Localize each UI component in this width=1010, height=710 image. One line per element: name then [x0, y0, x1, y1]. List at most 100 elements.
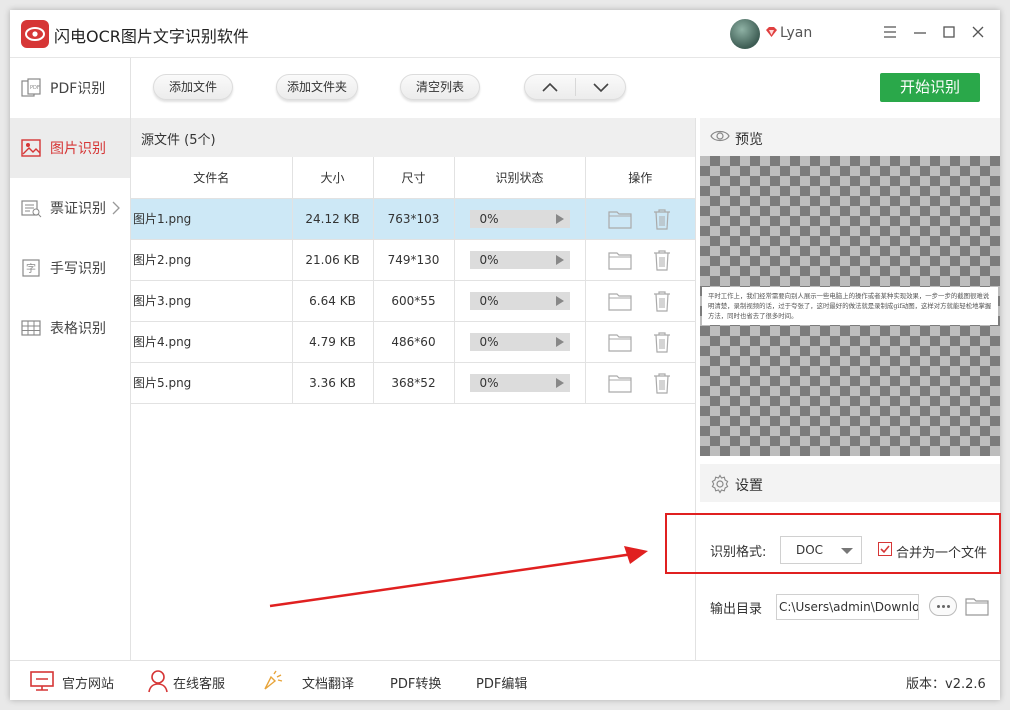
delete-icon[interactable] — [652, 372, 672, 394]
progress-bar: 0% — [469, 373, 570, 392]
open-folder-icon[interactable] — [608, 209, 632, 229]
progress-text: 0% — [479, 211, 499, 226]
file-size: 3.36 KB — [292, 362, 374, 404]
open-folder-icon[interactable] — [608, 332, 632, 352]
app-title: 闪电OCR图片文字识别软件 — [54, 27, 249, 46]
username[interactable]: Lyan — [780, 25, 812, 41]
play-icon[interactable] — [555, 377, 564, 388]
dot — [947, 605, 950, 608]
pdf-edit-link[interactable]: PDF编辑 — [476, 673, 527, 692]
version-label: 版本：v2.2.6 — [906, 677, 986, 692]
progress-text: 0% — [479, 293, 499, 308]
add-file-button[interactable]: 添加文件 — [153, 74, 233, 100]
sidebar-item-handwriting[interactable]: 字 手写识别 — [10, 238, 130, 298]
table-row[interactable]: 图片4.png 4.79 KB 486*60 0% — [131, 321, 695, 363]
delete-icon[interactable] — [652, 249, 672, 271]
row-actions — [585, 280, 695, 322]
column-header[interactable]: 识别状态 — [454, 157, 586, 199]
column-header[interactable]: 尺寸 — [373, 157, 455, 199]
move-buttons — [524, 74, 626, 100]
file-dimensions: 763*103 — [373, 198, 455, 240]
play-icon[interactable] — [555, 336, 564, 347]
start-recognition-button[interactable]: 开始识别 — [880, 73, 980, 102]
file-name: 图片5.png — [131, 362, 293, 404]
file-size: 6.64 KB — [292, 280, 374, 322]
close-icon[interactable] — [968, 22, 988, 42]
delete-icon[interactable] — [652, 208, 672, 230]
svg-text:PDF: PDF — [30, 85, 40, 91]
merge-label[interactable]: 合并为一个文件 — [896, 542, 987, 561]
avatar[interactable] — [730, 19, 760, 49]
progress-text: 0% — [479, 252, 499, 267]
delete-icon[interactable] — [652, 290, 672, 312]
table-row[interactable]: 图片2.png 21.06 KB 749*130 0% — [131, 239, 695, 281]
vip-diamond-icon — [766, 27, 777, 37]
delete-icon[interactable] — [652, 331, 672, 353]
sidebar: PDF PDF识别 图片识别 票证识别 字 手写识别 表格识别 — [10, 58, 131, 660]
play-icon[interactable] — [555, 295, 564, 306]
progress-bar: 0% — [469, 209, 570, 228]
chevron-right-icon — [112, 201, 120, 215]
table-row[interactable]: 图片3.png 6.64 KB 600*55 0% — [131, 280, 695, 322]
merge-checkbox[interactable] — [878, 542, 892, 556]
online-support-link[interactable]: 在线客服 — [173, 673, 225, 692]
recognition-status: 0% — [454, 198, 586, 240]
dot — [937, 605, 940, 608]
play-icon[interactable] — [555, 254, 564, 265]
add-folder-button[interactable]: 添加文件夹 — [276, 74, 358, 100]
file-table: 文件名 大小 尺寸 识别状态 操作 图片1.png 24.12 KB 763*1… — [131, 157, 695, 404]
open-folder-icon[interactable] — [608, 373, 632, 393]
column-header: 操作 — [585, 157, 695, 199]
file-name: 图片4.png — [131, 321, 293, 363]
official-website-link[interactable]: 官方网站 — [62, 673, 114, 692]
recognition-status: 0% — [454, 321, 586, 363]
move-up-icon[interactable] — [525, 75, 575, 99]
move-down-icon[interactable] — [576, 75, 626, 99]
file-size: 4.79 KB — [292, 321, 374, 363]
sidebar-item-ticket[interactable]: 票证识别 — [10, 178, 130, 238]
support-icon — [148, 670, 168, 693]
pdf-convert-link[interactable]: PDF转换 — [390, 673, 441, 692]
recognition-status: 0% — [454, 280, 586, 322]
file-size: 24.12 KB — [292, 198, 374, 240]
sidebar-item-image[interactable]: 图片识别 — [10, 118, 130, 178]
progress-bar: 0% — [469, 291, 570, 310]
menu-icon[interactable] — [880, 22, 900, 42]
progress-bar: 0% — [469, 332, 570, 351]
file-name: 图片2.png — [131, 239, 293, 281]
recognition-status: 0% — [454, 239, 586, 281]
sidebar-item-pdf[interactable]: PDF PDF识别 — [10, 58, 130, 118]
preview-header: 预览 — [700, 118, 1000, 156]
format-select[interactable]: DOC — [780, 536, 862, 564]
progress-text: 0% — [479, 334, 499, 349]
output-path-field[interactable]: C:\Users\admin\Downloads — [776, 594, 919, 620]
minimize-icon[interactable] — [910, 22, 930, 42]
footer: 官方网站 在线客服 文档翻译 PDF转换 PDF编辑 版本：v2.2.6 — [10, 660, 1000, 700]
sidebar-item-table[interactable]: 表格识别 — [10, 298, 130, 358]
clear-list-button[interactable]: 清空列表 — [400, 74, 480, 100]
open-folder-icon[interactable] — [608, 250, 632, 270]
file-dimensions: 749*130 — [373, 239, 455, 281]
table-row[interactable]: 图片1.png 24.12 KB 763*103 0% — [131, 198, 695, 240]
eye-icon — [710, 130, 730, 142]
browse-more-button[interactable] — [929, 596, 957, 616]
dot — [942, 605, 945, 608]
translate-icon — [264, 670, 283, 690]
sidebar-item-label: 表格识别 — [50, 321, 106, 337]
settings-title: 设置 — [735, 478, 763, 494]
table-row[interactable]: 图片5.png 3.36 KB 368*52 0% — [131, 362, 695, 404]
play-icon[interactable] — [555, 213, 564, 224]
output-label: 输出目录 — [710, 602, 763, 617]
format-value: DOC — [796, 543, 824, 557]
recognition-status: 0% — [454, 362, 586, 404]
sidebar-item-label: 票证识别 — [50, 201, 106, 217]
doc-translate-link[interactable]: 文档翻译 — [302, 673, 354, 692]
table-header-row: 文件名 大小 尺寸 识别状态 操作 — [131, 157, 695, 199]
open-folder-icon[interactable] — [608, 291, 632, 311]
column-header[interactable]: 大小 — [292, 157, 374, 199]
maximize-icon[interactable] — [939, 22, 959, 42]
folder-icon[interactable] — [965, 596, 989, 616]
row-actions — [585, 321, 695, 363]
image-icon — [21, 139, 41, 157]
column-header[interactable]: 文件名 — [131, 157, 293, 199]
